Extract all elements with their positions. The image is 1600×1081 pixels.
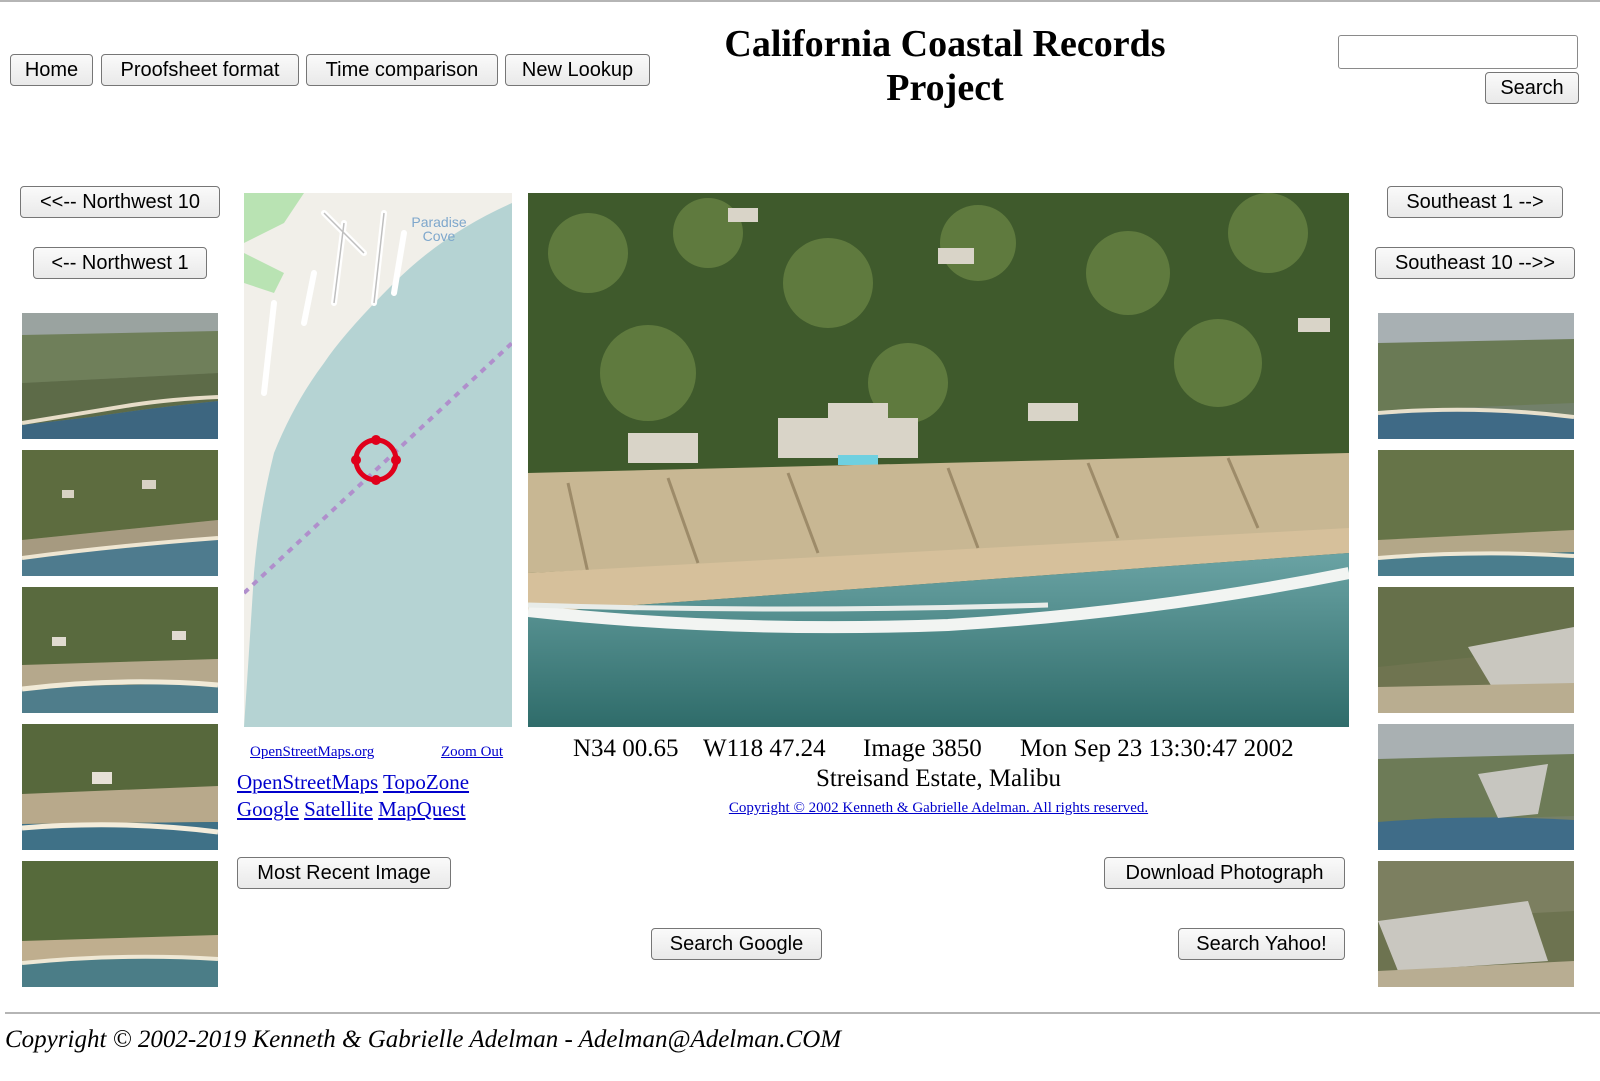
proofsheet-format-button[interactable]: Proofsheet format: [101, 54, 299, 86]
footer-copyright: Copyright © 2002-2019 Kenneth & Gabriell…: [5, 1026, 842, 1053]
photo-copyright-link[interactable]: Copyright © 2002 Kenneth & Gabrielle Ade…: [729, 800, 1148, 816]
time-comparison-button[interactable]: Time comparison: [306, 54, 498, 86]
thumbnail-southeast-2[interactable]: [1378, 450, 1574, 576]
thumbnail-southeast-5[interactable]: [1378, 861, 1574, 987]
page-title-line1: California Coastal Records: [724, 23, 1166, 65]
most-recent-image-button[interactable]: Most Recent Image: [237, 857, 451, 889]
thumbnail-northwest-1[interactable]: [22, 861, 218, 987]
photo-longitude: W118 47.24: [703, 735, 826, 762]
location-map[interactable]: Paradise Cove: [244, 193, 512, 727]
thumbnail-southeast-1[interactable]: [1378, 313, 1574, 439]
photo-image-number: Image 3850: [863, 735, 982, 762]
page-title-line2: Project: [886, 67, 1004, 109]
thumbnail-northwest-2[interactable]: [22, 724, 218, 850]
bottom-rule: [5, 1012, 1600, 1014]
search-button[interactable]: Search: [1485, 72, 1579, 104]
photo-latitude: N34 00.65: [573, 735, 679, 762]
thumbnail-northwest-3[interactable]: [22, 587, 218, 713]
northwest-10-button[interactable]: <<-- Northwest 10: [20, 186, 220, 218]
thumbnail-southeast-3[interactable]: [1378, 587, 1574, 713]
topozone-link[interactable]: TopoZone: [383, 770, 469, 794]
map-links-row1: OpenStreetMaps TopoZone: [237, 770, 469, 795]
southeast-1-button[interactable]: Southeast 1 -->: [1387, 186, 1563, 218]
google-link[interactable]: Google: [237, 797, 299, 821]
search-google-button[interactable]: Search Google: [651, 928, 822, 960]
map-place-label: Paradise Cove: [411, 214, 467, 244]
download-photograph-button[interactable]: Download Photograph: [1104, 857, 1345, 889]
openstreetmaps-link[interactable]: OpenStreetMaps: [237, 770, 378, 794]
satellite-link[interactable]: Satellite: [304, 797, 373, 821]
photo-caption: Streisand Estate, Malibu: [815, 765, 1062, 792]
page-title: California Coastal Records Project: [700, 22, 1190, 110]
search-input[interactable]: [1338, 35, 1578, 69]
thumbnail-southeast-4[interactable]: [1378, 724, 1574, 850]
main-photograph[interactable]: [528, 193, 1349, 727]
thumbnail-northwest-5[interactable]: [22, 313, 218, 439]
thumbnail-northwest-4[interactable]: [22, 450, 218, 576]
mapquest-link[interactable]: MapQuest: [378, 797, 466, 821]
home-button[interactable]: Home: [10, 54, 93, 86]
new-lookup-button[interactable]: New Lookup: [505, 54, 650, 86]
northwest-1-button[interactable]: <-- Northwest 1: [33, 247, 207, 279]
southeast-10-button[interactable]: Southeast 10 -->>: [1375, 247, 1575, 279]
search-yahoo-button[interactable]: Search Yahoo!: [1178, 928, 1345, 960]
openstreetmaps-org-link[interactable]: OpenStreetMaps.org: [250, 744, 374, 761]
top-rule: [0, 0, 1600, 2]
map-links-row2: Google Satellite MapQuest: [237, 797, 466, 822]
zoom-out-link[interactable]: Zoom Out: [441, 744, 503, 761]
photo-datetime: Mon Sep 23 13:30:47 2002: [1020, 735, 1294, 762]
